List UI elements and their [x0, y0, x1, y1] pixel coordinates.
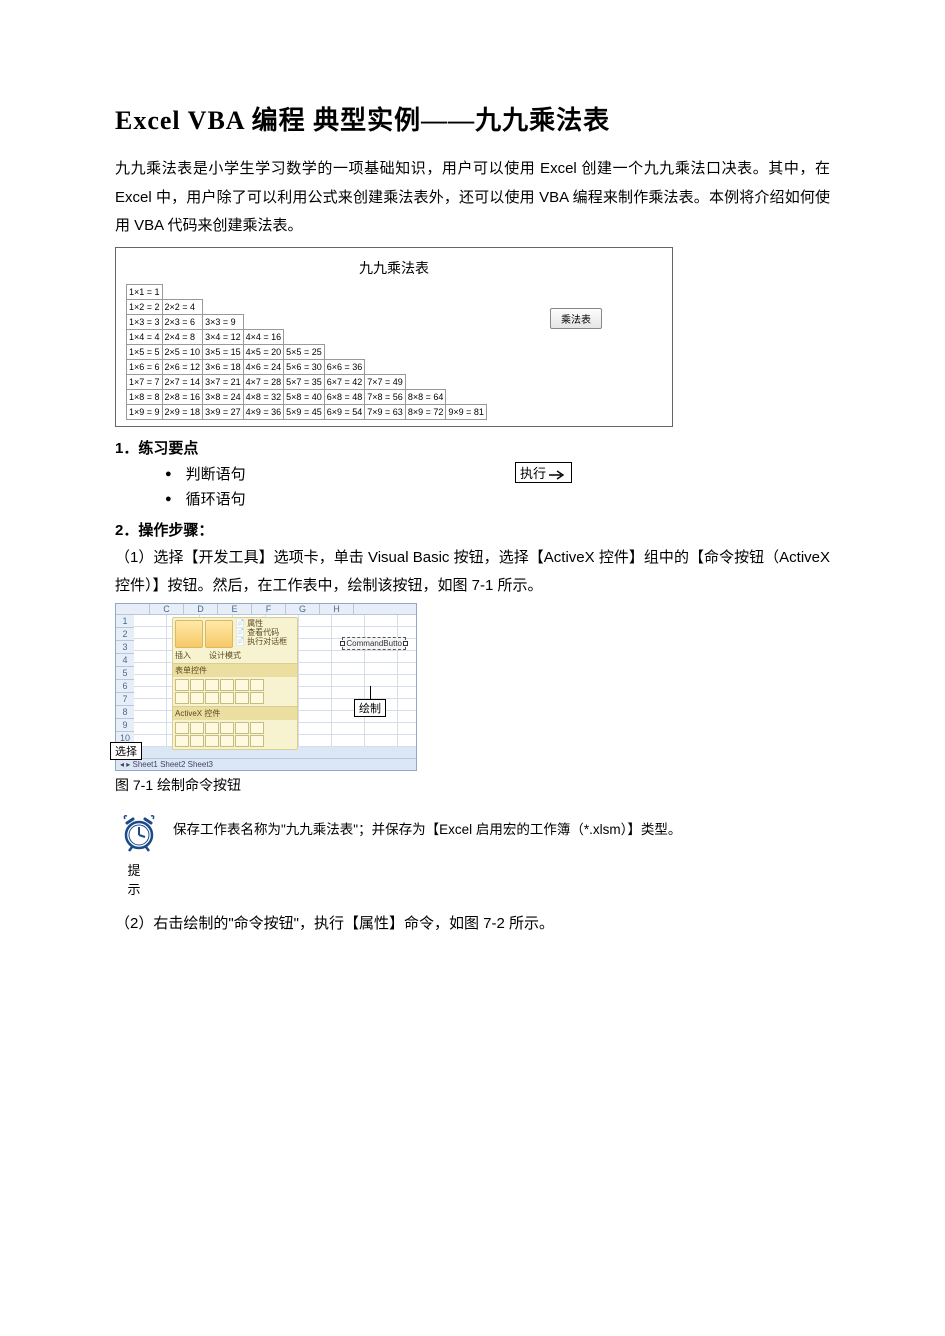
insert-icon[interactable] — [175, 620, 203, 648]
bullet-item: 判断语句 — [186, 466, 246, 483]
mult-cell: 2×7 = 14 — [162, 374, 203, 389]
mult-cell: 9×9 = 81 — [446, 404, 487, 419]
mult-cell: 2×8 = 16 — [162, 389, 203, 404]
mult-cell: 1×6 = 6 — [127, 359, 163, 374]
mult-cell: 3×7 = 21 — [203, 374, 244, 389]
mult-cell: 5×7 = 35 — [284, 374, 325, 389]
mult-cell: 7×8 = 56 — [365, 389, 406, 404]
execute-callout: 执行 — [515, 462, 572, 483]
tip-box: 提 示 保存工作表名称为"九九乘法表"；并保存为【Excel 启用宏的工作簿（*… — [115, 813, 830, 898]
intro-paragraph: 九九乘法表是小学生学习数学的一项基础知识，用户可以使用 Excel 创建一个九九… — [115, 155, 830, 241]
mult-cell: 3×4 = 12 — [203, 329, 244, 344]
mult-cell: 1×8 = 8 — [127, 389, 163, 404]
mult-cell: 1×9 = 9 — [127, 404, 163, 419]
multiplication-button[interactable]: 乘法表 — [550, 308, 602, 329]
mult-cell: 2×2 = 4 — [162, 299, 203, 314]
mult-cell: 2×4 = 8 — [162, 329, 203, 344]
mult-cell: 2×6 = 12 — [162, 359, 203, 374]
mult-cell: 8×9 = 72 — [405, 404, 446, 419]
section-1-heading: 1．练习要点 — [115, 437, 830, 458]
multiplication-title: 九九乘法表 — [126, 258, 662, 278]
select-callout: 选择 — [110, 742, 142, 760]
mult-cell: 6×8 = 48 — [324, 389, 365, 404]
excel-screenshot: C D E F G H 1234567891011 📄 属性 📄 查看代码 📄 … — [115, 603, 417, 771]
document-page: Excel VBA 编程 典型实例——九九乘法表 九九乘法表是小学生学习数学的一… — [0, 0, 945, 1336]
mult-cell: 1×3 = 3 — [127, 314, 163, 329]
mult-cell: 3×8 = 24 — [203, 389, 244, 404]
mult-cell: 4×6 = 24 — [243, 359, 284, 374]
step-1-text: （1）选择【开发工具】选项卡，单击 Visual Basic 按钮，选择【Act… — [115, 544, 830, 601]
tip-text: 保存工作表名称为"九九乘法表"；并保存为【Excel 启用宏的工作簿（*.xls… — [163, 813, 681, 843]
mult-cell: 4×4 = 16 — [243, 329, 284, 344]
mult-cell: 3×9 = 27 — [203, 404, 244, 419]
mult-cell: 3×3 = 9 — [203, 314, 244, 329]
ribbon-controls-panel: 📄 属性 📄 查看代码 📄 执行对话框 插入 设计模式 表单控件 — [172, 617, 298, 750]
tip-label: 提 示 — [115, 860, 163, 898]
practice-points-list: 判断语句 循环语句 — [115, 462, 830, 513]
mult-cell: 6×9 = 54 — [324, 404, 365, 419]
mult-cell: 8×8 = 64 — [405, 389, 446, 404]
tip-icon-column: 提 示 — [115, 813, 163, 898]
mult-cell: 7×7 = 49 — [365, 374, 406, 389]
page-title: Excel VBA 编程 典型实例——九九乘法表 — [115, 100, 830, 137]
form-controls-header: 表单控件 — [173, 663, 297, 677]
activex-controls-header: ActiveX 控件 — [173, 706, 297, 720]
mult-cell: 7×9 = 63 — [365, 404, 406, 419]
section-2-heading: 2．操作步骤： — [115, 519, 830, 540]
mult-cell: 5×5 = 25 — [284, 344, 325, 359]
mult-cell: 1×5 = 5 — [127, 344, 163, 359]
alarm-clock-icon — [119, 813, 159, 853]
mult-cell: 6×6 = 36 — [324, 359, 365, 374]
mult-cell: 2×9 = 18 — [162, 404, 203, 419]
mult-cell: 5×8 = 40 — [284, 389, 325, 404]
excel-column-headers: C D E F G H — [116, 604, 416, 615]
mult-cell: 5×9 = 45 — [284, 404, 325, 419]
mult-cell: 1×4 = 4 — [127, 329, 163, 344]
bullets-wrap: 判断语句 循环语句 执行 — [115, 462, 830, 513]
form-controls-grid[interactable] — [175, 679, 275, 704]
mult-cell: 4×5 = 20 — [243, 344, 284, 359]
bullet-item: 循环语句 — [186, 491, 246, 508]
mult-cell: 2×3 = 6 — [162, 314, 203, 329]
mult-cell: 6×7 = 42 — [324, 374, 365, 389]
mult-cell: 3×6 = 18 — [203, 359, 244, 374]
command-button-object[interactable]: CommandButto — [342, 637, 406, 650]
mult-cell: 1×2 = 2 — [127, 299, 163, 314]
multiplication-table: 1×1 = 11×2 = 22×2 = 41×3 = 32×3 = 63×3 =… — [126, 284, 487, 420]
mult-cell: 3×5 = 15 — [203, 344, 244, 359]
mult-cell: 2×5 = 10 — [162, 344, 203, 359]
sheet-tabs[interactable]: ◂ ▸ Sheet1 Sheet2 Sheet3 — [116, 758, 416, 770]
mult-cell: 4×7 = 28 — [243, 374, 284, 389]
mult-cell: 1×7 = 7 — [127, 374, 163, 389]
figure-7-1-caption: 图 7-1 绘制命令按钮 — [115, 775, 830, 795]
draw-callout: 绘制 — [354, 699, 386, 717]
multiplication-figure: 九九乘法表 1×1 = 11×2 = 22×2 = 41×3 = 32×3 = … — [115, 247, 673, 427]
mult-cell: 4×9 = 36 — [243, 404, 284, 419]
activex-controls-grid[interactable] — [175, 722, 275, 747]
step-2-text: （2）右击绘制的"命令按钮"，执行【属性】命令，如图 7-2 所示。 — [115, 910, 830, 939]
mult-cell: 1×1 = 1 — [127, 284, 163, 299]
mult-cell: 4×8 = 32 — [243, 389, 284, 404]
excel-row-headers: 1234567891011 — [116, 615, 134, 758]
mult-cell: 5×6 = 30 — [284, 359, 325, 374]
design-mode-icon[interactable] — [205, 620, 233, 648]
excel-grid: 📄 属性 📄 查看代码 📄 执行对话框 插入 设计模式 表单控件 — [134, 615, 416, 747]
